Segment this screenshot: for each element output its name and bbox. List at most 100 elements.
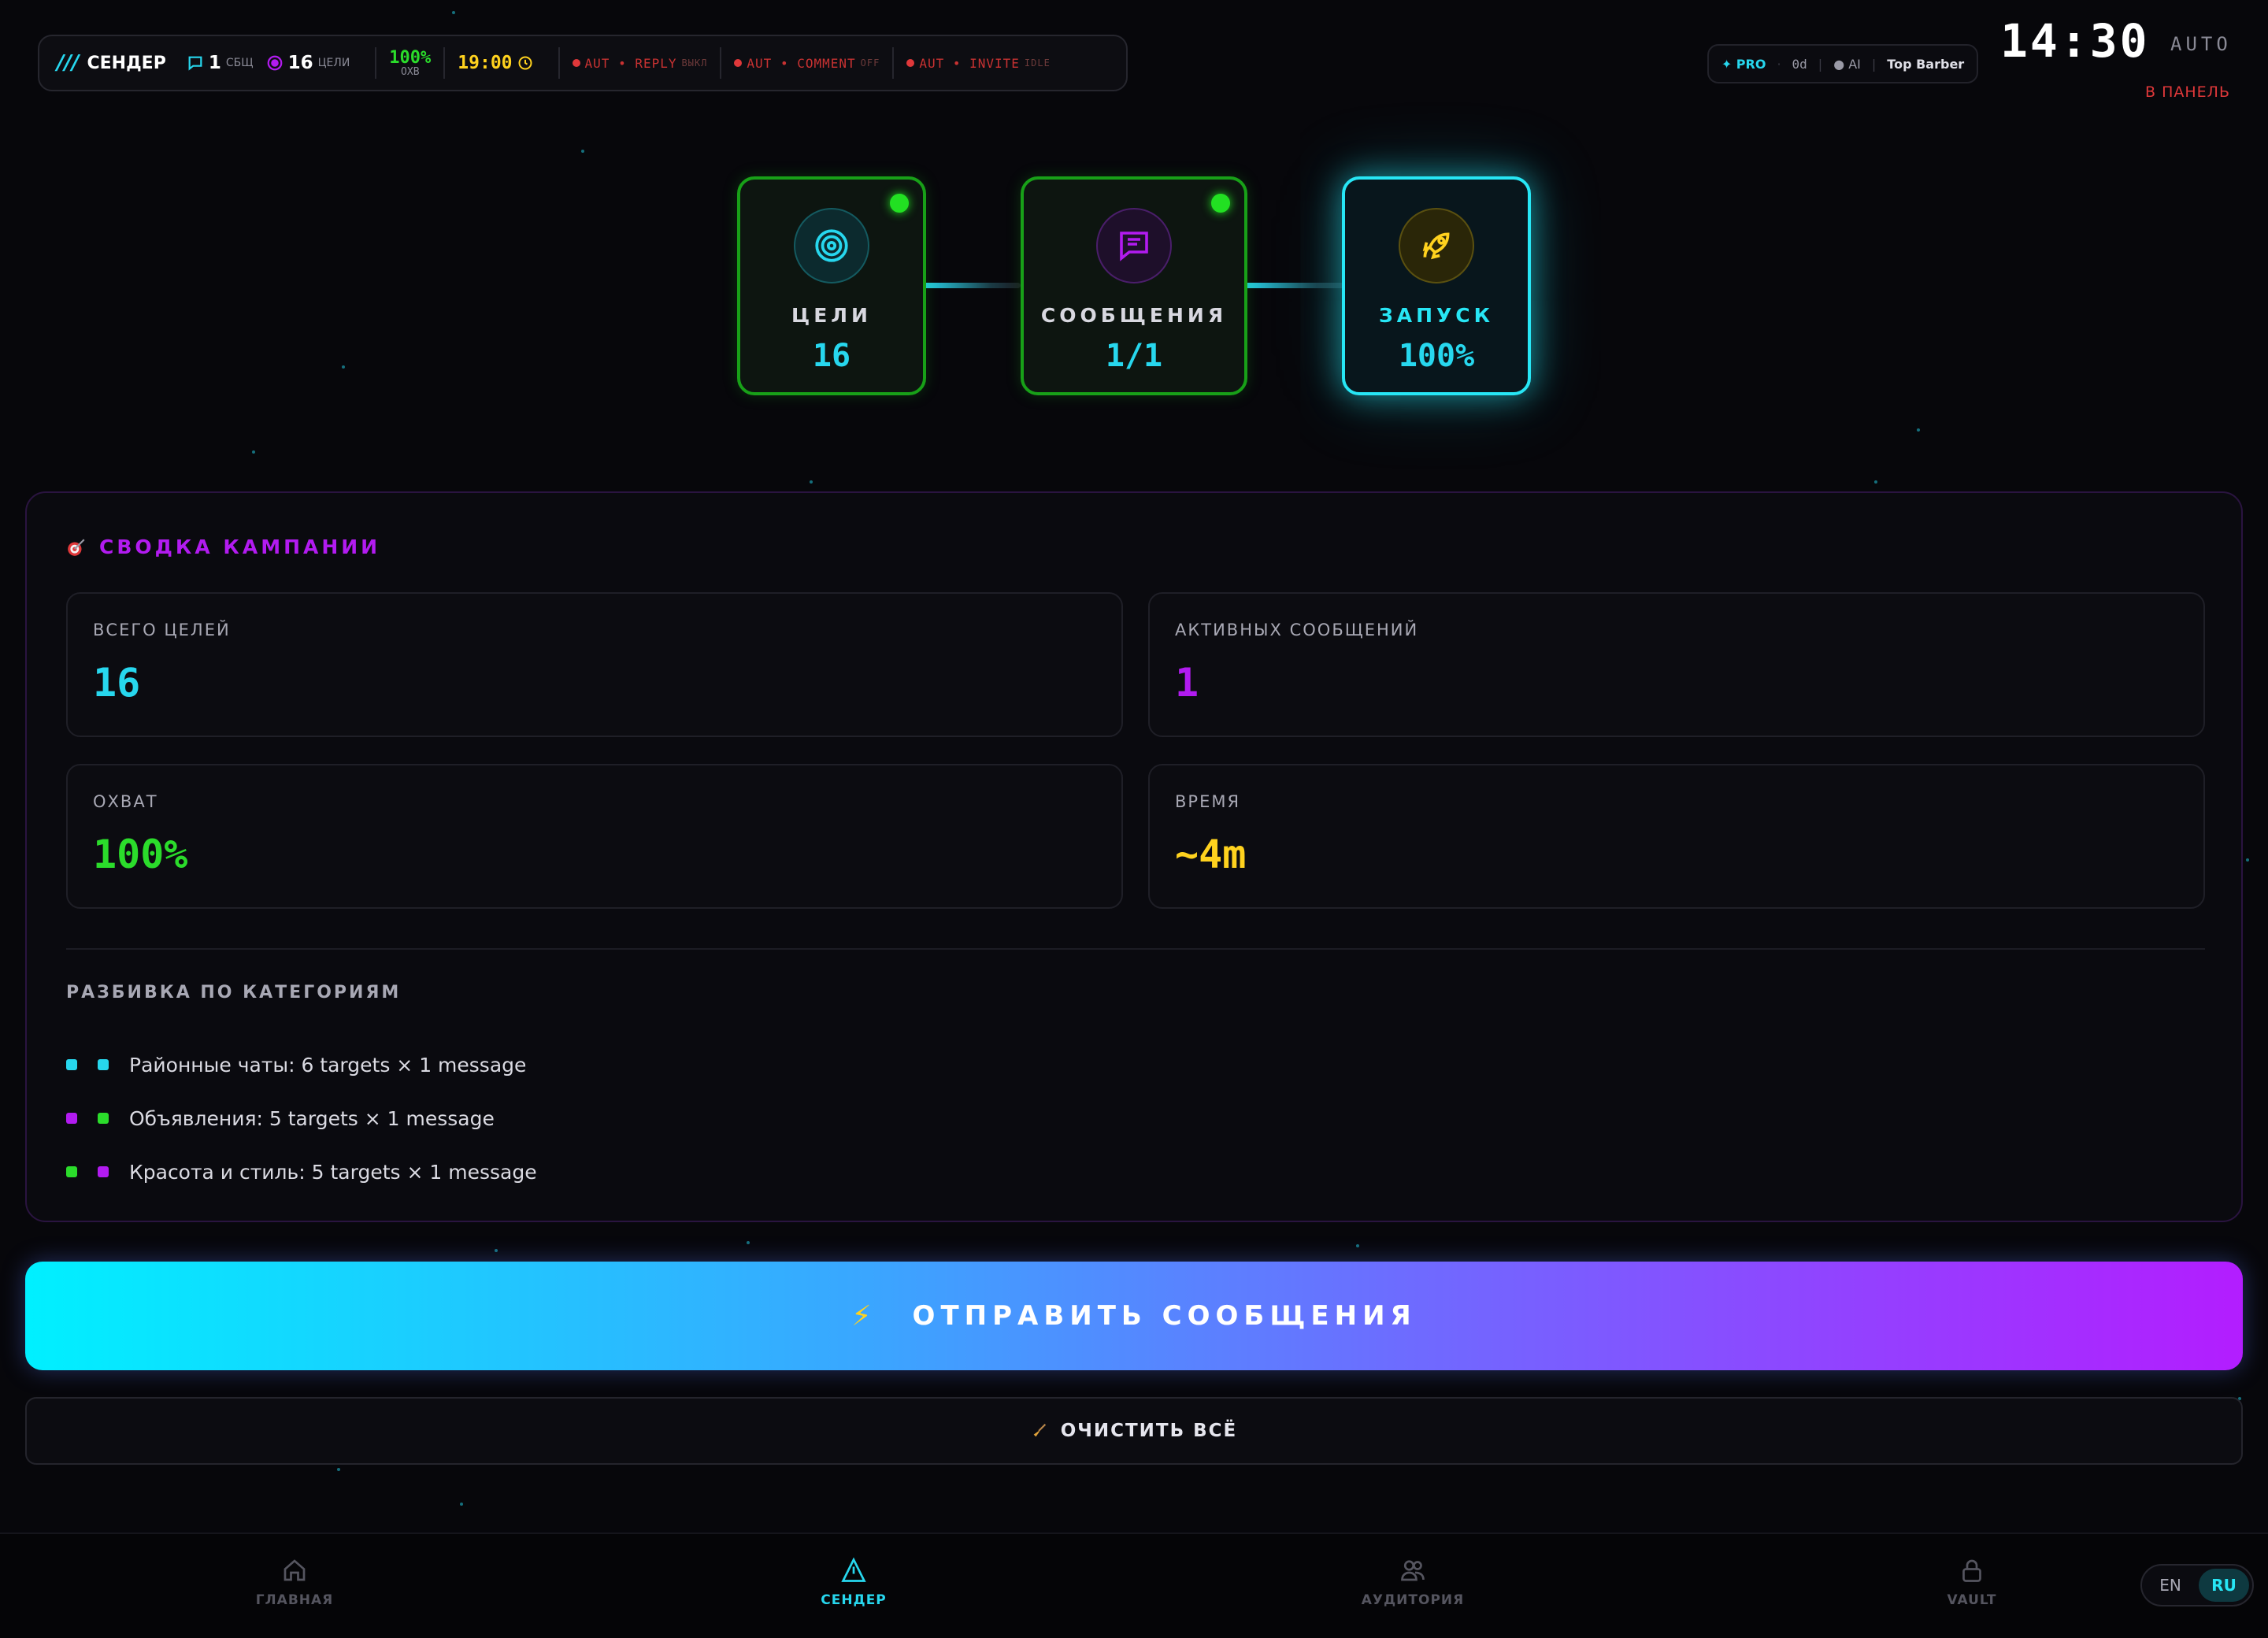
step-launch[interactable]: ЗАПУСК 100%	[1342, 176, 1531, 395]
language-switch[interactable]: EN RU	[2140, 1564, 2254, 1606]
status-dot	[906, 59, 915, 67]
step-value: 100%	[1398, 338, 1475, 374]
category-marker	[98, 1113, 109, 1124]
stat-card-messages: АКТИВНЫХ СООБЩЕНИЙ 1	[1148, 592, 2205, 737]
targets-label: ЦЕЛИ	[317, 57, 350, 69]
divider	[66, 948, 2205, 950]
step-complete-dot	[1211, 194, 1230, 213]
ai-status: ● AI	[1833, 56, 1861, 72]
step-messages[interactable]: СООБЩЕНИЯ 1/1	[1021, 176, 1247, 395]
list-item: Красота и стиль: 5 targets × 1 message	[66, 1145, 537, 1199]
to-panel-link[interactable]: В ПАНЕЛЬ	[2145, 83, 2230, 101]
targets-count: 16	[287, 53, 313, 73]
category-text: Районные чаты: 6 targets × 1 message	[129, 1053, 527, 1077]
dart-icon	[68, 538, 85, 556]
schedule-time[interactable]: 19:00	[458, 53, 532, 73]
messages-count: 1	[208, 53, 221, 73]
account-name: Top Barber	[1887, 56, 1965, 72]
category-marker	[66, 1166, 77, 1177]
send-messages-label: ОТПРАВИТЬ СООБЩЕНИЯ	[912, 1300, 1417, 1332]
separator: |	[1871, 56, 1877, 72]
nav-item-audience[interactable]: АУДИТОРИЯ	[1334, 1556, 1492, 1608]
target-icon	[794, 208, 869, 284]
nav-item-vault[interactable]: VAULT	[1893, 1556, 2051, 1608]
clock-icon	[518, 56, 532, 70]
lang-option-ru[interactable]: RU	[2199, 1569, 2249, 1602]
auto-invite-state: IDLE	[1024, 57, 1051, 69]
clear-all-button[interactable]: ОЧИСТИТЬ ВСЁ	[25, 1397, 2243, 1465]
stat-value: 100%	[93, 832, 188, 877]
category-text: Объявления: 5 targets × 1 message	[129, 1106, 495, 1130]
nav-item-sender[interactable]: СЕНДЕР	[775, 1556, 932, 1608]
stat-card-targets: ВСЕГО ЦЕЛЕЙ 16	[66, 592, 1123, 737]
stat-value: ~4m	[1175, 832, 1247, 877]
panel-title: СВОДКА КАМПАНИИ	[66, 536, 380, 558]
auto-comment-label: AUT • COMMENT	[747, 55, 856, 71]
stat-label: ВСЕГО ЦЕЛЕЙ	[93, 621, 231, 639]
category-marker	[98, 1166, 109, 1177]
auto-reply-label: AUT • REPLY	[584, 55, 677, 71]
message-icon	[1096, 208, 1172, 284]
category-marker	[66, 1113, 77, 1124]
divider	[558, 47, 560, 79]
step-label: ЗАПУСК	[1378, 304, 1495, 327]
auto-comment-state: OFF	[860, 57, 880, 69]
step-targets[interactable]: ЦЕЛИ 16	[737, 176, 926, 395]
step-connector	[923, 283, 1021, 288]
clear-all-label: ОЧИСТИТЬ ВСЁ	[1060, 1421, 1238, 1441]
bottom-nav: ГЛАВНАЯ СЕНДЕР АУДИТОРИЯ VAULT	[0, 1532, 2268, 1638]
app-logo: ///	[57, 51, 80, 75]
clock: 14:30	[2000, 14, 2150, 68]
breakdown-list: Районные чаты: 6 targets × 1 message Объ…	[66, 1038, 537, 1199]
targets-stat: 16 ЦЕЛИ	[266, 53, 350, 73]
stat-label: АКТИВНЫХ СООБЩЕНИЙ	[1175, 621, 1419, 639]
auto-comment-status[interactable]: AUT • COMMENT OFF	[734, 56, 880, 71]
separator: ·	[1777, 56, 1781, 72]
category-marker	[98, 1059, 109, 1070]
nav-label: АУДИТОРИЯ	[1361, 1592, 1465, 1608]
divider	[375, 47, 377, 79]
step-complete-dot	[890, 194, 909, 213]
reach-stat: 100% ОХВ	[389, 49, 431, 78]
divider	[443, 47, 446, 79]
plan-bar[interactable]: ✦ PRO · 0d | ● AI | Top Barber	[1707, 44, 1978, 83]
step-label: ЦЕЛИ	[791, 304, 872, 327]
divider	[892, 47, 895, 79]
target-icon	[267, 55, 282, 71]
nav-label: СЕНДЕР	[821, 1592, 887, 1608]
messages-label: СБЩ	[225, 57, 254, 69]
schedule-time-value: 19:00	[458, 53, 513, 73]
users-icon	[1401, 1560, 1425, 1581]
auto-invite-label: AUT • INVITE	[919, 55, 1020, 71]
stat-value: 16	[93, 660, 141, 706]
auto-invite-status[interactable]: AUT • INVITE IDLE	[906, 56, 1051, 71]
stat-label: ОХВАТ	[93, 792, 158, 811]
lightning-icon: ⚡	[851, 1299, 872, 1332]
nav-label: ГЛАВНАЯ	[255, 1592, 334, 1608]
separator: |	[1818, 56, 1823, 72]
status-dot	[572, 59, 580, 67]
reach-value: 100%	[389, 47, 432, 68]
broom-icon	[1033, 1423, 1046, 1437]
nav-item-home[interactable]: ГЛАВНАЯ	[216, 1556, 373, 1608]
send-messages-button[interactable]: ⚡ ОТПРАВИТЬ СООБЩЕНИЯ	[25, 1262, 2243, 1370]
step-value: 16	[812, 338, 851, 374]
panel-title-text: СВОДКА КАМПАНИИ	[99, 536, 381, 558]
auto-reply-state: ВЫКЛ	[681, 57, 708, 69]
status-dot	[734, 59, 743, 67]
auto-reply-status[interactable]: AUT • REPLY ВЫКЛ	[572, 55, 708, 71]
lang-option-en[interactable]: EN	[2145, 1569, 2196, 1602]
pro-badge: ✦ PRO	[1721, 56, 1766, 72]
clock-mode[interactable]: AUTO	[2170, 33, 2232, 55]
divider	[720, 47, 722, 79]
breakdown-title: РАЗБИВКА ПО КАТЕГОРИЯМ	[66, 983, 402, 1002]
list-item: Объявления: 5 targets × 1 message	[66, 1091, 537, 1145]
step-connector	[1244, 283, 1348, 288]
lock-icon	[1962, 1559, 1981, 1582]
nav-label: VAULT	[1947, 1592, 1997, 1608]
messages-stat: 1 СБЩ	[187, 53, 254, 73]
stat-value: 1	[1175, 660, 1199, 706]
app-name: СЕНДЕР	[87, 53, 166, 73]
reach-label: ОХВ	[401, 65, 420, 78]
days-left: 0d	[1792, 56, 1807, 72]
